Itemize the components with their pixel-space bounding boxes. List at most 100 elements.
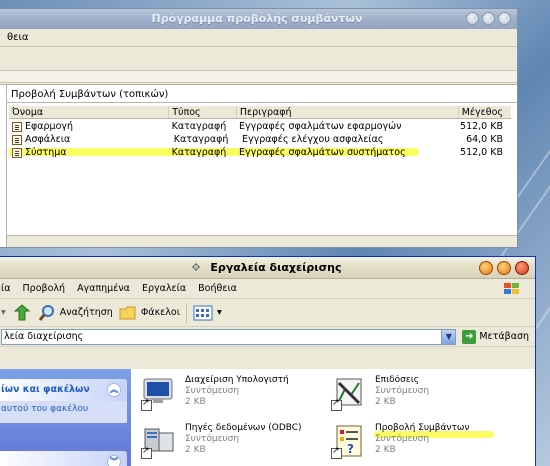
status-bar (7, 235, 517, 247)
column-header-type[interactable]: Τύπος (169, 106, 237, 118)
task-box-header[interactable]: ίων και φακέλων ︽ (0, 379, 127, 401)
minimize-button[interactable] (479, 261, 493, 275)
tile-event-viewer[interactable]: ? Προβολή Συμβάντων Συντόμευση 2 KB (331, 423, 469, 459)
event-viewer-menubar: θεια (0, 29, 517, 47)
event-viewer-subbar (0, 71, 517, 83)
menu-tools-partial[interactable]: ία (1, 283, 10, 294)
tile-title: Προβολή Συμβάντων (375, 423, 470, 433)
event-viewer-titlebar[interactable]: Πρόγραμμα προβολής συμβάντων (0, 9, 517, 29)
folders-label: Φάκελοι (140, 307, 180, 318)
log-description: Εγγραφές ελέγχου ασφαλείας (242, 134, 384, 145)
column-header-description[interactable]: Περιγραφή (237, 106, 459, 118)
tree-pane-edge (0, 85, 7, 247)
expand-chevron-icon[interactable]: ︾ (107, 455, 121, 466)
tile-size: 2 KB (185, 397, 206, 407)
task-box-other: ︾ (0, 451, 127, 466)
log-name: Σύστημα (25, 147, 67, 158)
menu-help[interactable]: θεια (7, 32, 29, 43)
minimize-button[interactable] (466, 12, 479, 25)
address-dropdown-icon[interactable]: ▼ (441, 329, 456, 344)
menu-tools[interactable]: Εργαλεία (142, 283, 186, 294)
views-dropdown-icon: ▾ (216, 307, 222, 318)
svg-text:?: ? (347, 442, 354, 456)
search-icon (38, 304, 54, 321)
views-icon (193, 305, 213, 320)
tile-odbc[interactable]: Πηγές δεδομένων (ODBC) Συντόμευση 2 KB (141, 423, 302, 459)
tile-title: Πηγές δεδομένων (ODBC) (185, 423, 302, 433)
tile-performance[interactable]: Επιδόσεις Συντόμευση 2 KB (331, 375, 429, 411)
admin-tools-body: ίων και φακέλων ︽ αυτού του φακέλου ︾ ↗ … (0, 369, 535, 466)
task-pane: ίων και φακέλων ︽ αυτού του φακέλου ︾ (0, 369, 131, 466)
table-header: Όνομα Τύπος Περιγραφή Μέγεθος (9, 106, 511, 119)
search-label: Αναζήτηση (59, 307, 113, 318)
task-box-title: ίων και φακέλων (1, 384, 90, 395)
task-box-file-folder: ίων και φακέλων ︽ αυτού του φακέλου (0, 379, 127, 423)
close-button[interactable] (515, 261, 529, 275)
task-box-header[interactable]: ︾ (0, 451, 127, 466)
address-value: λεία διαχείρισης (4, 330, 84, 342)
tile-type: Συντόμευση (185, 386, 240, 396)
admin-tools-titlebar[interactable]: Εργαλεία διαχείρισης (0, 257, 535, 279)
up-folder-icon[interactable] (12, 303, 32, 323)
admin-tools-menubar: ία Προβολή Αγαπημένα Εργαλεία Βοήθεια (0, 279, 535, 299)
windows-flag-icon (504, 283, 519, 294)
file-view: Διαχείριση Υπολογιστή Συντόμευση 2 KB Επ… (131, 369, 535, 466)
column-header-size[interactable]: Μέγεθος (459, 106, 511, 118)
log-type: Καταγραφή (173, 134, 229, 145)
admin-tools-toolbar: ▾ Αναζήτηση Φάκελοι ▾ (0, 299, 535, 327)
maximize-button[interactable] (497, 261, 511, 275)
go-arrow-icon: ➜ (462, 329, 477, 344)
column-header-name[interactable]: Όνομα (9, 106, 170, 118)
log-size: 64,0 KB (466, 134, 503, 145)
search-button[interactable]: Αναζήτηση (38, 304, 113, 322)
event-viewer-content: Προβολή Συμβάντων (τοπικών) Όνομα Τύπος … (0, 84, 517, 247)
log-size: 512,0 KB (460, 147, 503, 158)
event-viewer-toolbar (0, 47, 517, 71)
tile-type: Συντόμευση (375, 434, 430, 444)
back-dropdown-icon[interactable]: ▾ (1, 307, 6, 318)
tile-type: Συντόμευση (185, 434, 240, 444)
log-type: Καταγραφή (171, 147, 227, 158)
menu-view[interactable]: Προβολή (23, 283, 66, 294)
task-link[interactable]: αυτού του φακέλου (0, 401, 127, 423)
admin-tools-title: Εργαλεία διαχείρισης (210, 261, 342, 274)
table-row[interactable]: Ασφάλεια Καταγραφή Εγγραφές ελέγχου ασφα… (9, 133, 511, 146)
log-description: Εγγραφές σφαλμάτων συστήματος (238, 147, 406, 158)
views-button[interactable]: ▾ (193, 305, 222, 321)
log-size: 512,0 KB (460, 121, 503, 132)
tile-computer-management[interactable]: Διαχείριση Υπολογιστή Συντόμευση 2 KB (141, 375, 289, 411)
log-icon (12, 147, 22, 158)
menu-favorites[interactable]: Αγαπημένα (77, 283, 130, 294)
address-bar: λεία διαχείρισης ▼ ➜ Μετάβαση (0, 327, 535, 347)
tile-title: Διαχείριση Υπολογιστή (185, 375, 289, 385)
computer-management-icon (141, 375, 177, 411)
folders-icon (119, 306, 136, 319)
event-viewer-icon: ? (331, 423, 367, 459)
log-icon (12, 121, 22, 132)
event-viewer-window: Πρόγραμμα προβολής συμβάντων θεια Προβολ… (0, 8, 518, 248)
tile-type: Συντόμευση (375, 386, 430, 396)
table-row-highlighted[interactable]: Σύστημα Καταγραφή Εγγραφές σφαλμάτων συσ… (9, 146, 511, 159)
panel-title: Προβολή Συμβάντων (τοπικών) (11, 89, 169, 100)
go-label: Μετάβαση (479, 331, 529, 342)
odbc-icon (141, 423, 177, 459)
folders-button[interactable]: Φάκελοι (119, 305, 180, 321)
admin-tools-window: Εργαλεία διαχείρισης ία Προβολή Αγαπημέν… (0, 256, 536, 466)
log-description: Εγγραφές σφαλμάτων εφαρμογών (238, 121, 402, 132)
tile-size: 2 KB (375, 445, 396, 455)
collapse-chevron-icon[interactable]: ︽ (107, 383, 121, 397)
address-input[interactable]: λεία διαχείρισης ▼ (1, 328, 457, 345)
go-button[interactable]: ➜ Μετάβαση (456, 329, 535, 344)
tile-title: Επιδόσεις (375, 375, 420, 385)
log-name: Εφαρμογή (25, 121, 74, 132)
log-name: Ασφάλεια (25, 134, 71, 145)
log-icon (12, 134, 22, 145)
log-type: Καταγραφή (171, 121, 227, 132)
maximize-button[interactable] (482, 12, 495, 25)
close-button[interactable] (498, 12, 511, 25)
performance-icon (331, 375, 367, 411)
menu-help[interactable]: Βοήθεια (198, 283, 237, 294)
table-row[interactable]: Εφαρμογή Καταγραφή Εγγραφές σφαλμάτων εφ… (9, 120, 511, 133)
tile-size: 2 KB (185, 445, 206, 455)
admin-tools-icon (192, 263, 201, 271)
